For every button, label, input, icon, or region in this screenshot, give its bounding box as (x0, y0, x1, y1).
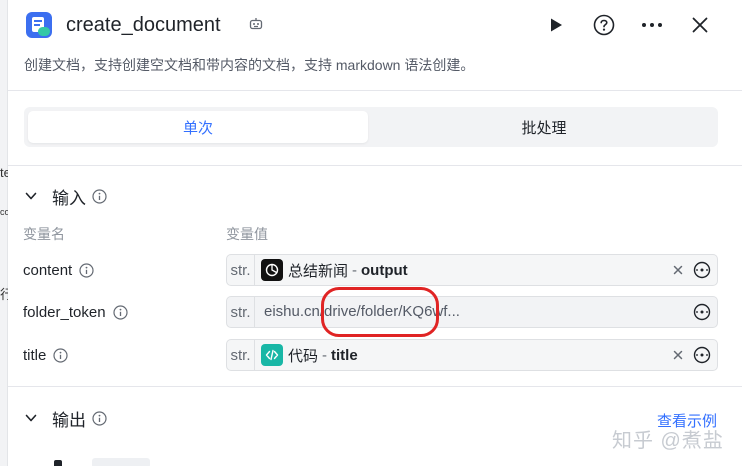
divider (8, 165, 742, 166)
close-button[interactable] (688, 13, 712, 37)
background-panel-sliver: te co 行 (0, 0, 8, 466)
type-tag: str. (227, 297, 255, 327)
input-section-title: 输入 (52, 188, 86, 208)
panel-title: create_document (66, 14, 221, 36)
info-icon[interactable] (79, 262, 94, 278)
panel-description: 创建文档，支持创建空文档和带内容的文档，支持 markdown 语法创建。 (24, 57, 475, 73)
param-name: content (23, 261, 73, 279)
output-section-title: 输出 (52, 410, 86, 430)
more-button[interactable] (640, 13, 664, 37)
chevron-down-icon (25, 414, 37, 422)
title-value-field[interactable]: str. 代码 - title (226, 339, 718, 371)
divider (8, 386, 742, 387)
param-label-title: title (23, 344, 68, 366)
reference-variable: output (361, 261, 408, 279)
reference-chip: 总结新闻 - output (261, 259, 408, 281)
clear-icon[interactable] (671, 263, 685, 277)
reference-separator: - (322, 346, 328, 364)
tab-batch[interactable]: 批处理 (374, 111, 714, 143)
chevron-down-icon (25, 192, 37, 200)
input-section-header[interactable]: 输入 (24, 185, 107, 208)
robot-icon (249, 18, 263, 30)
node-test-panel: create_document 创建文档，支持创建空文档和带内容的文档，支持 m… (8, 0, 742, 466)
chatgpt-icon (261, 259, 283, 281)
column-header-value: 变量值 (226, 226, 268, 242)
type-tag: str. (227, 340, 255, 370)
sliver-text: te (0, 165, 8, 180)
panel-header: create_document (8, 0, 742, 50)
document-app-icon (26, 12, 52, 38)
code-icon (261, 344, 283, 366)
watermark: 知乎 @煮盐 (612, 430, 724, 452)
info-icon[interactable] (92, 410, 107, 426)
column-header-name: 变量名 (23, 226, 65, 242)
param-name: folder_token (23, 303, 106, 321)
param-label-content: content (23, 259, 94, 281)
output-section-header[interactable]: 输出 (24, 407, 107, 430)
divider (8, 90, 742, 91)
content-value-field[interactable]: str. 总结新闻 - output (226, 254, 718, 286)
clear-icon[interactable] (671, 348, 685, 362)
variable-select-icon[interactable] (693, 303, 711, 321)
reference-chip: 代码 - title (261, 344, 358, 366)
param-name: title (23, 346, 47, 364)
folder-token-input[interactable]: str. eishu.cn/drive/folder/KQ6wf... (226, 296, 718, 328)
more-icon (642, 23, 662, 27)
help-icon (593, 14, 615, 36)
tab-single[interactable]: 单次 (28, 111, 368, 143)
reference-separator: - (352, 261, 358, 279)
run-button[interactable] (544, 13, 568, 37)
info-icon[interactable] (53, 347, 68, 363)
variable-select-icon[interactable] (693, 261, 711, 279)
help-button[interactable] (592, 13, 616, 37)
close-icon (692, 17, 708, 33)
type-tag: str. (227, 255, 255, 285)
play-icon (551, 18, 562, 32)
param-label-folder-token: folder_token (23, 301, 128, 323)
sliver-text: co (0, 207, 8, 217)
annotation-highlight-circle (321, 287, 439, 337)
sliver-text: 行 (0, 287, 8, 302)
variable-select-icon[interactable] (693, 346, 711, 364)
info-icon[interactable] (92, 188, 107, 204)
output-row-fragment (54, 458, 174, 466)
reference-source: 代码 (288, 347, 319, 365)
info-icon[interactable] (112, 304, 128, 320)
reference-variable: title (331, 346, 358, 364)
reference-source: 总结新闻 (288, 262, 349, 280)
run-mode-tabs: 单次 批处理 (24, 107, 718, 147)
